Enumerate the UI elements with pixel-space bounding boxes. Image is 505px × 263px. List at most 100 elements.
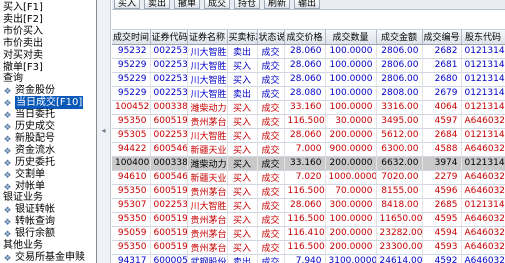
- table-cell: 买入: [227, 128, 258, 143]
- table-cell: 0121314: [461, 100, 505, 115]
- column-header[interactable]: 成交时间: [112, 30, 151, 45]
- column-header[interactable]: 股东代码: [461, 30, 505, 45]
- table-cell: 川大智胜: [187, 58, 228, 73]
- table-cell: 成交: [257, 58, 285, 73]
- table-cell: 95350: [112, 240, 151, 255]
- panel-splitter[interactable]: ◂: [97, 0, 111, 263]
- column-header[interactable]: 成交编号: [422, 30, 462, 45]
- table-cell: 买入: [227, 240, 258, 255]
- table-row[interactable]: 95307 002253 川大智胜 买入 成交 28.060 300.0000 8418.00…: [112, 198, 505, 213]
- toolbar-button[interactable]: 卖出: [144, 0, 171, 9]
- table-cell: 4064: [422, 100, 462, 115]
- toolbar-button[interactable]: 成交: [204, 0, 231, 9]
- table-cell: 4593: [422, 240, 462, 255]
- table-cell: 28.080: [284, 86, 326, 101]
- column-header[interactable]: 证券名称: [187, 30, 228, 45]
- table-cell: 94422: [112, 142, 151, 157]
- column-header[interactable]: 状态说明: [257, 30, 285, 45]
- toolbar-button[interactable]: 撤单: [174, 0, 201, 9]
- column-header[interactable]: 证券代码: [150, 30, 188, 45]
- table-cell: 0121314: [461, 86, 505, 101]
- table-cell: 116.500: [284, 240, 326, 255]
- table-row[interactable]: 100452 000338 潍柴动力 买入 成交 33.160 100.0000 3316.0…: [112, 100, 505, 115]
- table-cell: 002253: [150, 44, 188, 59]
- table-row[interactable]: 95229 002253 川大智胜 卖出 成交 28.080 100.0000 2808.00…: [112, 86, 505, 101]
- table-cell: 94317: [112, 254, 151, 263]
- table-cell: 33.160: [284, 156, 326, 171]
- table-row[interactable]: 94610 600546 新疆天业 买入 成交 7.020 1000.0000 7020.00…: [112, 170, 505, 185]
- column-header[interactable]: 买卖标志: [227, 30, 258, 45]
- table-cell: 100.0000: [325, 44, 377, 59]
- table-cell: 70.0000: [325, 184, 377, 199]
- table-cell: 95350: [112, 184, 151, 199]
- table-cell: 3100.0000: [325, 254, 377, 263]
- table-cell: 002253: [150, 86, 188, 101]
- table-cell: 0121314: [461, 128, 505, 143]
- splitter-arrow-icon[interactable]: ◂: [100, 124, 107, 138]
- table-cell: 2806.00: [376, 44, 423, 59]
- table-cell: 95229: [112, 72, 151, 87]
- table-cell: 4592: [422, 254, 462, 263]
- table-cell: 28.060: [284, 44, 326, 59]
- table-cell: 贵州茅台: [187, 240, 228, 255]
- table-cell: 成交: [257, 86, 285, 101]
- table-row[interactable]: 94422 600546 新疆天业 买入 成交 7.000 900.0000 6300.00 4…: [112, 142, 505, 157]
- table-cell: A646032: [461, 226, 505, 241]
- table-cell: 潍柴动力: [187, 156, 228, 171]
- table-cell: 2806.00: [376, 58, 423, 73]
- table-row[interactable]: 95059 600519 贵州茅台 买入 成交 116.410 200.0000 23282.…: [112, 226, 505, 241]
- table-cell: 成交: [257, 254, 285, 263]
- table-cell: 0121314: [461, 72, 505, 87]
- table-cell: 000338: [150, 100, 188, 115]
- table-cell: A646032: [461, 184, 505, 199]
- table-cell: 95305: [112, 128, 151, 143]
- toolbar-button[interactable]: 刷新: [264, 0, 291, 9]
- table-cell: 2679: [422, 86, 462, 101]
- table-cell: 潍柴动力: [187, 100, 228, 115]
- toolbar-button[interactable]: 输出: [294, 0, 321, 9]
- table-cell: 贵州茅台: [187, 226, 228, 241]
- nav-item-label: 交易所基金申赎: [15, 251, 85, 263]
- table-row[interactable]: 95229 002253 川大智胜 买入 成交 28.060 100.0000 2806.00…: [112, 58, 505, 73]
- table-cell: 200.0000: [325, 226, 377, 241]
- table-cell: 买入: [227, 156, 258, 171]
- table-row[interactable]: 94317 600005 武钢股份 卖出 成交 7.940 3100.0000 24614.0…: [112, 254, 505, 263]
- table-row[interactable]: 95232 002253 川大智胜 卖出 成交 28.060 100.0000 2806.00…: [112, 44, 505, 59]
- table-cell: 116.500: [284, 114, 326, 129]
- table-cell: 2279: [422, 170, 462, 185]
- nav-item[interactable]: ❖ 交易所基金申赎: [0, 251, 96, 263]
- table-cell: A646032: [461, 240, 505, 255]
- table-row[interactable]: 95229 002253 川大智胜 买入 成交 28.060 100.0000 2806.00…: [112, 72, 505, 87]
- table-cell: 002253: [150, 198, 188, 213]
- table-cell: 2685: [422, 198, 462, 213]
- table-cell: 成交: [257, 128, 285, 143]
- table-cell: A646032: [461, 212, 505, 227]
- table-cell: 28.060: [284, 198, 326, 213]
- table-cell: 7.940: [284, 254, 326, 263]
- table-row[interactable]: 100400 000338 潍柴动力 买入 成交 33.160 200.0000 6632.0…: [112, 156, 505, 171]
- table-cell: A646032: [461, 170, 505, 185]
- grid-header: 成交时间证券代码证券名称买卖标志状态说明成交价格成交数量成交金额成交编号股东代码: [112, 30, 505, 45]
- column-header[interactable]: 成交金额: [376, 30, 423, 45]
- table-cell: 28.060: [284, 128, 326, 143]
- table-cell: 95307: [112, 198, 151, 213]
- table-cell: 买入: [227, 72, 258, 87]
- table-row[interactable]: 95350 600519 贵州茅台 买入 成交 116.500 100.0000 11650.…: [112, 212, 505, 227]
- table-cell: 2680: [422, 72, 462, 87]
- table-cell: 买入: [227, 170, 258, 185]
- table-row[interactable]: 95350 600519 贵州茅台 买入 成交 116.500 200.0000 23300.…: [112, 240, 505, 255]
- table-cell: 贵州茅台: [187, 114, 228, 129]
- table-cell: 2806.00: [376, 72, 423, 87]
- table-row[interactable]: 95350 600519 贵州茅台 买入 成交 116.500 70.0000 8155.00…: [112, 184, 505, 199]
- toolbar-button[interactable]: 持仓: [234, 0, 261, 9]
- table-cell: 川大智胜: [187, 72, 228, 87]
- table-row[interactable]: 95305 002253 川大智胜 买入 成交 28.060 200.0000 5612.00…: [112, 128, 505, 143]
- table-cell: 买入: [227, 184, 258, 199]
- table-row[interactable]: 95350 600519 贵州茅台 买入 成交 116.500 30.0000 3495.00…: [112, 114, 505, 129]
- table-cell: 116.410: [284, 226, 326, 241]
- column-header[interactable]: 成交价格: [284, 30, 326, 45]
- table-cell: 4595: [422, 212, 462, 227]
- column-header[interactable]: 成交数量: [325, 30, 377, 45]
- toolbar-button[interactable]: 买入: [114, 0, 141, 9]
- table-cell: 002253: [150, 72, 188, 87]
